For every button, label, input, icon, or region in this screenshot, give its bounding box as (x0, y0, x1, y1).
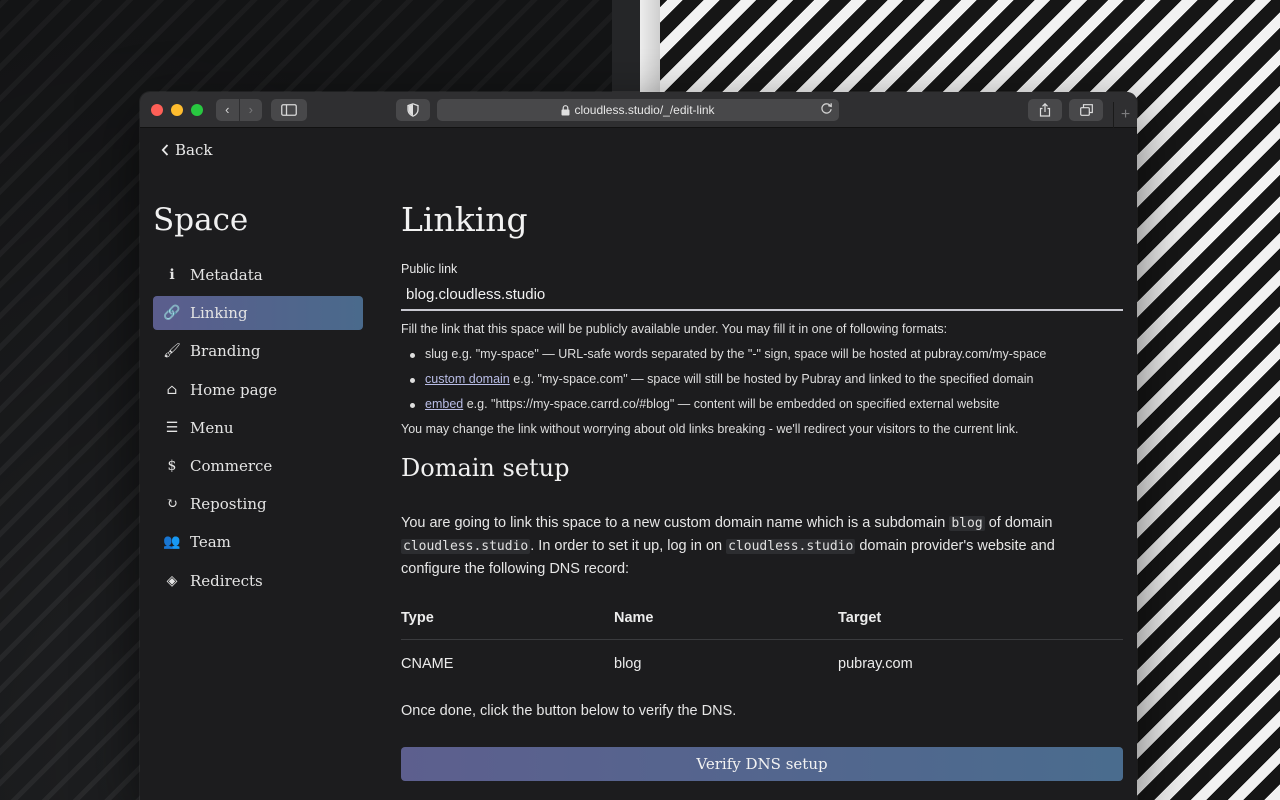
sidebar-item-redirects[interactable]: ◈ Redirects (153, 564, 363, 598)
sidebar-item-label: Redirects (190, 571, 263, 590)
sidebar-item-label: Reposting (190, 495, 267, 514)
shield-icon (407, 103, 419, 117)
sidebar-item-commerce[interactable]: $ Commerce (153, 449, 363, 483)
sidebar-item-home-page[interactable]: ⌂ Home page (153, 373, 363, 407)
cell-target: pubray.com (838, 656, 913, 672)
column-header-name: Name (614, 609, 654, 626)
link-help-text: Fill the link that this space will be pu… (401, 321, 1123, 438)
embed-link[interactable]: embed (425, 397, 463, 411)
sidebar-item-menu[interactable]: ☰ Menu (153, 411, 363, 445)
sidebar-item-linking[interactable]: 🔗 Linking (153, 296, 363, 331)
sidebar-item-label: Menu (190, 418, 234, 437)
sidebar-item-metadata[interactable]: ℹ Metadata (153, 258, 363, 292)
format-custom-domain-text: e.g. "my-space.com" — space will still b… (509, 372, 1034, 386)
dollar-icon: $ (167, 457, 177, 474)
table-header: Type Name Target (401, 596, 1123, 640)
info-icon: ℹ (169, 267, 175, 283)
sidebar-item-team[interactable]: 👥 Team (153, 525, 363, 559)
desc-text: You are going to link this space to a ne… (401, 515, 950, 531)
done-instructions: Once done, click the button below to ver… (401, 703, 737, 719)
space-title: Space (153, 202, 249, 238)
page-title: Linking (401, 200, 528, 239)
column-header-target: Target (838, 609, 882, 626)
sidebar-item-branding[interactable]: 🖌 Branding (153, 334, 363, 368)
minimize-window-button[interactable] (171, 104, 183, 116)
help-note: You may change the link without worrying… (401, 422, 1019, 436)
column-header-type: Type (401, 609, 434, 626)
desc-text: . In order to set it up, log in on (530, 538, 727, 554)
new-tab-button[interactable]: + (1113, 102, 1137, 128)
sidebar-item-reposting[interactable]: ↻ Reposting (153, 487, 363, 521)
domain-code: cloudless.studio (401, 539, 531, 554)
subdomain-code: blog (949, 516, 985, 531)
cell-name: blog (614, 656, 642, 672)
history-nav: ‹ › (216, 99, 262, 121)
public-link-label: Public link (401, 262, 458, 276)
back-arrow-icon[interactable]: ‹ (216, 99, 239, 121)
privacy-report-button[interactable] (396, 99, 430, 121)
tabs-icon (1079, 104, 1093, 116)
redo-icon: ↻ (166, 496, 178, 513)
address-bar[interactable]: cloudless.studio/_/edit-link (437, 99, 839, 121)
users-icon: 👥 (163, 534, 181, 551)
browser-window: ‹ › cloudless.studio/_/edit-link + Back … (140, 92, 1137, 800)
sidebar-item-label: Team (190, 533, 231, 552)
directions-icon: ◈ (166, 572, 178, 589)
share-icon (1039, 103, 1051, 117)
table-row: CNAME blog pubray.com (401, 640, 1123, 688)
sidebar-icon (281, 104, 297, 116)
sidebar-item-label: Commerce (190, 456, 273, 475)
domain-code: cloudless.studio (726, 539, 856, 554)
sidebar-item-label: Home page (190, 380, 278, 399)
back-label: Back (175, 141, 213, 159)
close-window-button[interactable] (151, 104, 163, 116)
desc-text: of domain (984, 515, 1053, 531)
reload-icon[interactable] (820, 102, 833, 115)
sidebar-item-label: Linking (190, 304, 248, 323)
cell-type: CNAME (401, 656, 454, 672)
format-slug-text: slug e.g. "my-space" — URL-safe words se… (425, 347, 1047, 361)
chevron-left-icon (161, 144, 169, 156)
page-content: Back Space ℹ Metadata 🔗 Linking 🖌 Brandi… (140, 128, 1137, 800)
dns-record-table: Type Name Target CNAME blog pubray.com (401, 596, 1123, 688)
back-link[interactable]: Back (161, 141, 212, 159)
brush-icon: 🖌 (163, 343, 181, 360)
sidebar-item-label: Branding (190, 342, 261, 361)
zoom-window-button[interactable] (191, 104, 203, 116)
domain-setup-description: You are going to link this space to a ne… (401, 512, 1101, 581)
forward-arrow-icon[interactable]: › (238, 99, 263, 121)
list-item: slug e.g. "my-space" — URL-safe words se… (409, 346, 1123, 363)
sidebar-toggle-button[interactable] (271, 99, 307, 121)
tab-overview-button[interactable] (1069, 99, 1103, 121)
verify-dns-button[interactable]: Verify DNS setup (401, 747, 1123, 781)
share-button[interactable] (1028, 99, 1062, 121)
link-icon: 🔗 (163, 305, 181, 322)
custom-domain-link[interactable]: custom domain (425, 372, 510, 386)
domain-setup-title: Domain setup (401, 454, 570, 482)
lock-icon (561, 104, 570, 115)
settings-sidebar: ℹ Metadata 🔗 Linking 🖌 Branding ⌂ Home p… (153, 258, 363, 602)
home-icon: ⌂ (166, 381, 178, 398)
public-link-input[interactable] (401, 279, 1123, 311)
list-item: custom domain e.g. "my-space.com" — spac… (409, 371, 1123, 388)
address-url: cloudless.studio/_/edit-link (574, 103, 715, 117)
sidebar-item-label: Metadata (190, 266, 263, 284)
help-intro: Fill the link that this space will be pu… (401, 322, 948, 336)
list-item: embed e.g. "https://my-space.carrd.co/#b… (409, 396, 1123, 413)
browser-toolbar: ‹ › cloudless.studio/_/edit-link + (140, 92, 1137, 128)
format-embed-text: e.g. "https://my-space.carrd.co/#blog" —… (463, 397, 1000, 411)
format-list: slug e.g. "my-space" — URL-safe words se… (409, 346, 1123, 413)
menu-icon: ☰ (165, 419, 179, 436)
